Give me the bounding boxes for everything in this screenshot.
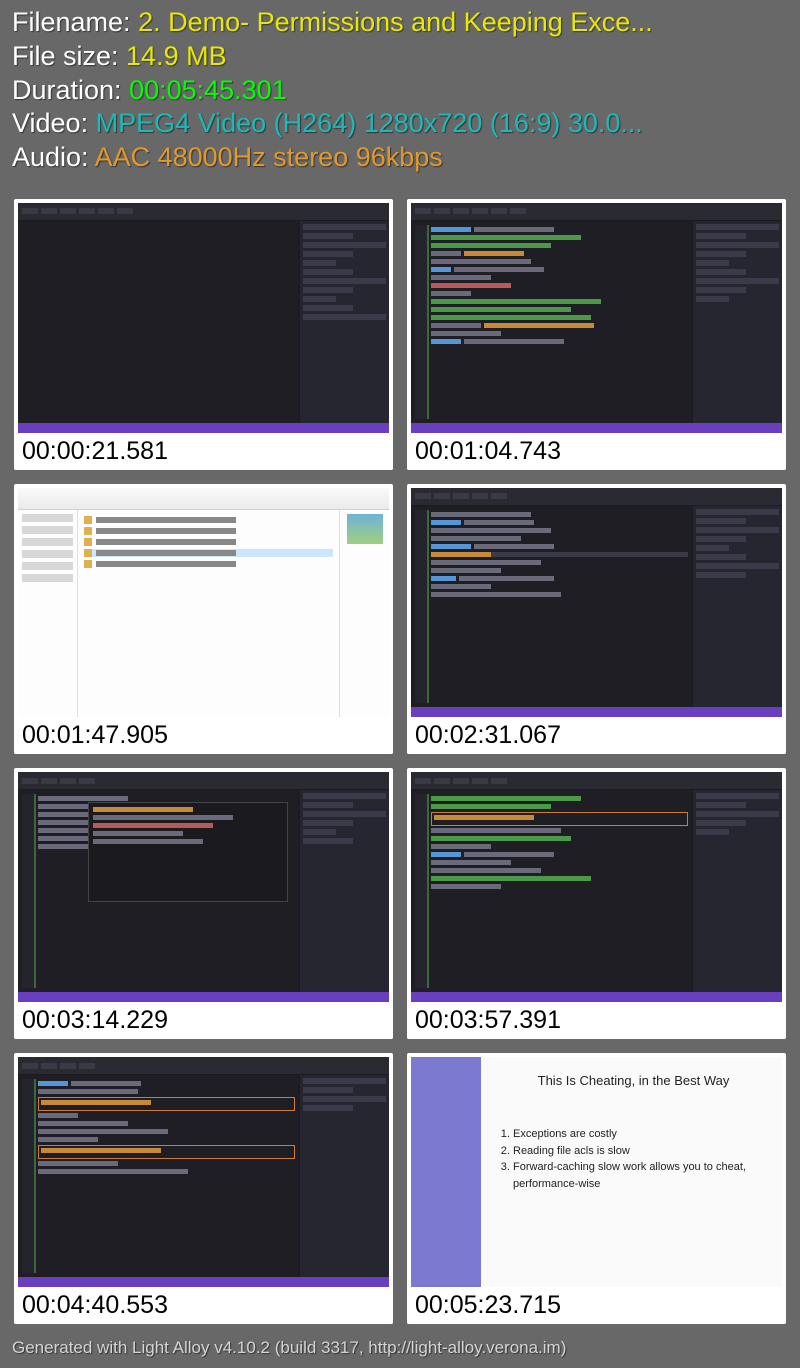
explorer-ribbon xyxy=(18,488,389,510)
filename-value: 2. Demo- Permissions and Keeping Exce... xyxy=(138,7,653,37)
ide-menubar xyxy=(411,203,782,221)
thumbnail-cell[interactable]: This Is Cheating, in the Best Way Except… xyxy=(407,1053,786,1324)
filename-line: Filename: 2. Demo- Permissions and Keepi… xyxy=(12,6,788,40)
thumbnail-timestamp: 00:05:23.715 xyxy=(407,1287,786,1324)
thumbnail-cell[interactable]: 00:04:40.553 xyxy=(14,1053,393,1324)
ide-statusbar xyxy=(411,707,782,717)
thumbnail-image xyxy=(18,488,389,718)
ide-statusbar xyxy=(411,423,782,433)
thumbnail-timestamp: 00:04:40.553 xyxy=(14,1287,393,1324)
duration-value: 00:05:45.301 xyxy=(129,75,287,105)
explorer-preview-pane xyxy=(339,510,389,718)
ide-editor xyxy=(18,221,299,423)
filesize-label: File size: xyxy=(12,41,126,71)
explorer-navpane xyxy=(18,510,78,718)
thumbnail-cell[interactable]: 00:02:31.067 xyxy=(407,484,786,755)
ide-editor xyxy=(411,790,692,992)
ide-solution-explorer xyxy=(692,221,782,423)
thumbnail-cell[interactable]: 00:03:57.391 xyxy=(407,768,786,1039)
duration-label: Duration: xyxy=(12,75,129,105)
ide-menubar xyxy=(18,1057,389,1075)
ide-menubar xyxy=(411,488,782,506)
ide-editor xyxy=(411,221,692,423)
ide-menubar xyxy=(18,772,389,790)
file-info-header: Filename: 2. Demo- Permissions and Keepi… xyxy=(0,0,800,185)
preview-thumbnail-icon xyxy=(347,514,383,544)
filename-label: Filename: xyxy=(12,7,138,37)
slide-bullet: Reading file acls is slow xyxy=(513,1143,770,1160)
audio-line: Audio: AAC 48000Hz stereo 96kbps xyxy=(12,141,788,175)
thumbnail-cell[interactable]: 00:01:47.905 xyxy=(14,484,393,755)
thumbnail-image xyxy=(18,203,389,433)
slide-bullet: Exceptions are costly xyxy=(513,1126,770,1143)
slide-bullet: Forward-caching slow work allows you to … xyxy=(513,1159,770,1192)
ide-solution-explorer xyxy=(299,1075,389,1277)
filesize-value: 14.9 MB xyxy=(126,41,227,71)
ide-statusbar xyxy=(411,992,782,1002)
ide-editor xyxy=(18,1075,299,1277)
thumbnail-image xyxy=(411,772,782,1002)
thumbnail-cell[interactable]: 00:01:04.743 xyxy=(407,199,786,470)
audio-label: Audio: xyxy=(12,142,95,172)
ide-menubar xyxy=(18,203,389,221)
duration-line: Duration: 00:05:45.301 xyxy=(12,74,788,108)
filesize-line: File size: 14.9 MB xyxy=(12,40,788,74)
thumbnail-timestamp: 00:01:04.743 xyxy=(407,433,786,470)
presentation-slide: This Is Cheating, in the Best Way Except… xyxy=(411,1057,782,1287)
thumbnail-cell[interactable]: 00:00:21.581 xyxy=(14,199,393,470)
thumbnail-cell[interactable]: 00:03:14.229 xyxy=(14,768,393,1039)
ide-statusbar xyxy=(18,992,389,1002)
ide-editor xyxy=(411,506,692,708)
explorer-filepane xyxy=(78,510,339,718)
thumbnail-image xyxy=(411,203,782,433)
thumbnail-timestamp: 00:02:31.067 xyxy=(407,717,786,754)
thumbnail-timestamp: 00:03:14.229 xyxy=(14,1002,393,1039)
thumbnail-image xyxy=(411,488,782,718)
generator-footer: Generated with Light Alloy v4.10.2 (buil… xyxy=(0,1332,800,1368)
thumbnail-timestamp: 00:03:57.391 xyxy=(407,1002,786,1039)
slide-title: This Is Cheating, in the Best Way xyxy=(497,1073,770,1088)
ide-menubar xyxy=(411,772,782,790)
thumbnail-image xyxy=(18,1057,389,1287)
ide-solution-explorer xyxy=(692,506,782,708)
thumbnail-image: This Is Cheating, in the Best Way Except… xyxy=(411,1057,782,1287)
ide-solution-explorer xyxy=(299,221,389,423)
ide-statusbar xyxy=(18,423,389,433)
slide-accent-bar xyxy=(411,1057,481,1287)
ide-solution-explorer xyxy=(692,790,782,992)
ide-solution-explorer xyxy=(299,790,389,992)
video-value: MPEG4 Video (H264) 1280x720 (16:9) 30.0.… xyxy=(96,108,643,138)
ide-statusbar xyxy=(18,1277,389,1287)
thumbnail-image xyxy=(18,772,389,1002)
video-label: Video: xyxy=(12,108,96,138)
ide-popup-dialog xyxy=(88,802,288,902)
audio-value: AAC 48000Hz stereo 96kbps xyxy=(95,142,443,172)
thumbnail-timestamp: 00:01:47.905 xyxy=(14,717,393,754)
thumbnail-grid: 00:00:21.581 xyxy=(0,185,800,1332)
slide-bullet-list: Exceptions are costly Reading file acls … xyxy=(497,1126,770,1192)
video-line: Video: MPEG4 Video (H264) 1280x720 (16:9… xyxy=(12,107,788,141)
thumbnail-timestamp: 00:00:21.581 xyxy=(14,433,393,470)
